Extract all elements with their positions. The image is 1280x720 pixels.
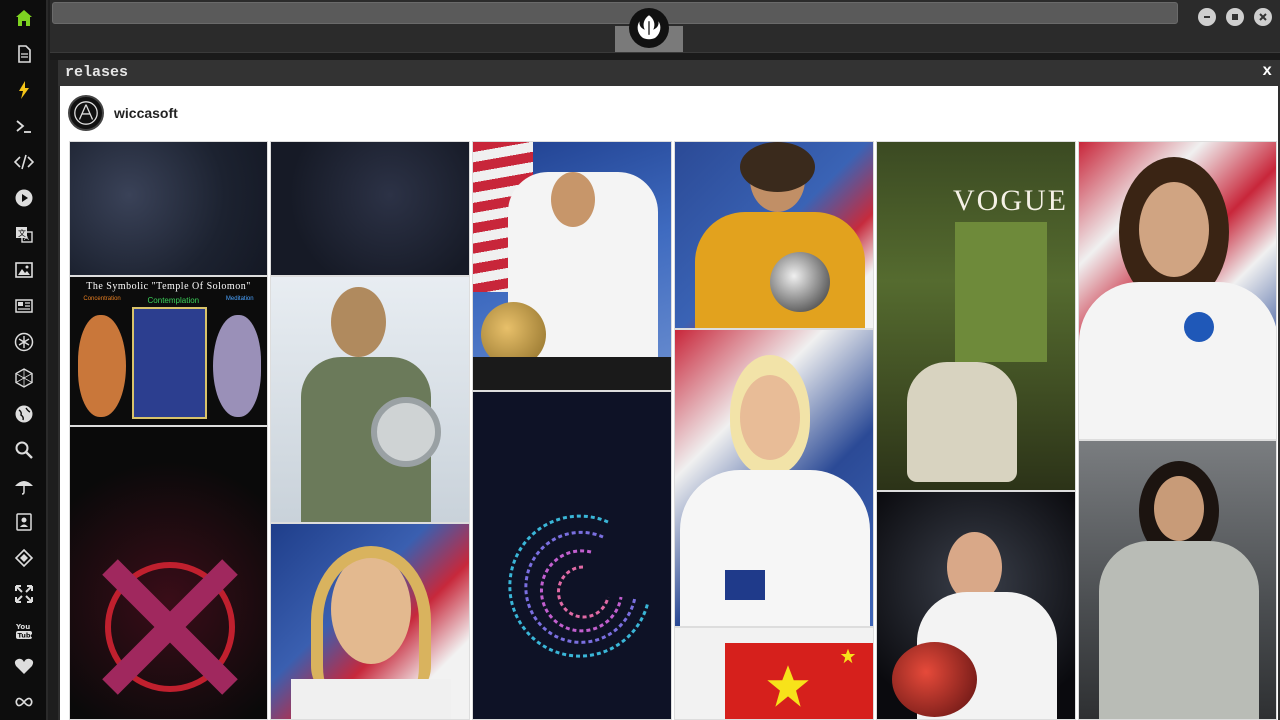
profile-header[interactable]: wiccasoft	[68, 94, 178, 132]
maximize-button[interactable]	[1226, 8, 1244, 26]
code-icon[interactable]	[12, 150, 36, 174]
vogue-masthead: VOGUE	[953, 184, 1068, 217]
temple-left-label: Concentration	[83, 296, 121, 302]
youtube-icon[interactable]: You Tube	[12, 618, 36, 642]
gallery-image-star-chart[interactable]	[69, 141, 268, 276]
gallery-image-spiral-logo[interactable]	[472, 391, 672, 720]
heart-icon[interactable]	[12, 654, 36, 678]
left-dock: 文A You Tube	[0, 0, 48, 720]
news-icon[interactable]	[12, 294, 36, 318]
avatar[interactable]	[68, 95, 104, 131]
gallery-image-constellation-map[interactable]	[270, 141, 470, 276]
rebel-alliance-icon[interactable]	[629, 8, 669, 48]
temple-mid-label: Contemplation	[147, 296, 200, 305]
gallery-image-woman-flight-suit[interactable]	[270, 276, 470, 523]
address-bar[interactable]	[52, 2, 1178, 24]
gallery-image-astronaut-dark-hair[interactable]	[1078, 440, 1277, 720]
window-title: relases	[58, 60, 1280, 86]
bolt-icon[interactable]	[12, 78, 36, 102]
toolbar-divider	[50, 52, 1280, 60]
gallery-image-temple-of-solomon[interactable]: The Symbolic "Temple Of Solomon" Concent…	[69, 276, 268, 426]
gallery-image-vogue-cover[interactable]: VOGUE	[876, 141, 1076, 491]
window-close-button[interactable]: x	[1262, 62, 1272, 80]
translate-icon[interactable]: 文A	[12, 222, 36, 246]
svg-text:A: A	[24, 234, 29, 242]
play-icon[interactable]	[12, 186, 36, 210]
minimize-button[interactable]	[1198, 8, 1216, 26]
expand-icon[interactable]	[12, 582, 36, 606]
infinity-icon[interactable]	[12, 690, 36, 714]
releases-window: relases x wiccasoft The Symbolic "Temple…	[58, 60, 1280, 720]
image-icon[interactable]	[12, 258, 36, 282]
gallery-image-astronaut-neil[interactable]	[876, 491, 1076, 720]
diamond-icon[interactable]	[12, 546, 36, 570]
close-window-button[interactable]	[1254, 8, 1272, 26]
gallery-image-china-flag[interactable]	[674, 627, 874, 720]
document-icon[interactable]	[12, 42, 36, 66]
svg-text:Tube: Tube	[18, 632, 35, 640]
gallery-image-astronaut-blonde-sokol[interactable]	[674, 329, 874, 627]
gallery-image-astronaut-curly[interactable]	[1078, 141, 1277, 440]
umbrella-icon[interactable]	[12, 474, 36, 498]
gallery-image-astronaut-orange-suit[interactable]	[674, 141, 874, 329]
home-icon[interactable]	[12, 6, 36, 30]
temple-title: The Symbolic "Temple Of Solomon"	[86, 281, 251, 292]
hexagon-icon[interactable]	[12, 366, 36, 390]
search-icon[interactable]	[12, 438, 36, 462]
gallery-image-astronaut-blonde[interactable]	[270, 523, 470, 720]
atom-icon[interactable]	[12, 330, 36, 354]
terminal-icon[interactable]	[12, 114, 36, 138]
window-content: wiccasoft The Symbolic "Temple Of Solomo…	[60, 86, 1278, 720]
contacts-icon[interactable]	[12, 510, 36, 534]
temple-right-label: Meditation	[225, 296, 254, 302]
top-bar	[50, 0, 1280, 52]
gallery-image-x-logo[interactable]	[69, 426, 268, 720]
gallery-image-astronaut-spacesuit[interactable]	[472, 141, 672, 391]
globe-icon[interactable]	[12, 402, 36, 426]
svg-text:You: You	[15, 623, 30, 631]
profile-name: wiccasoft	[114, 105, 178, 121]
